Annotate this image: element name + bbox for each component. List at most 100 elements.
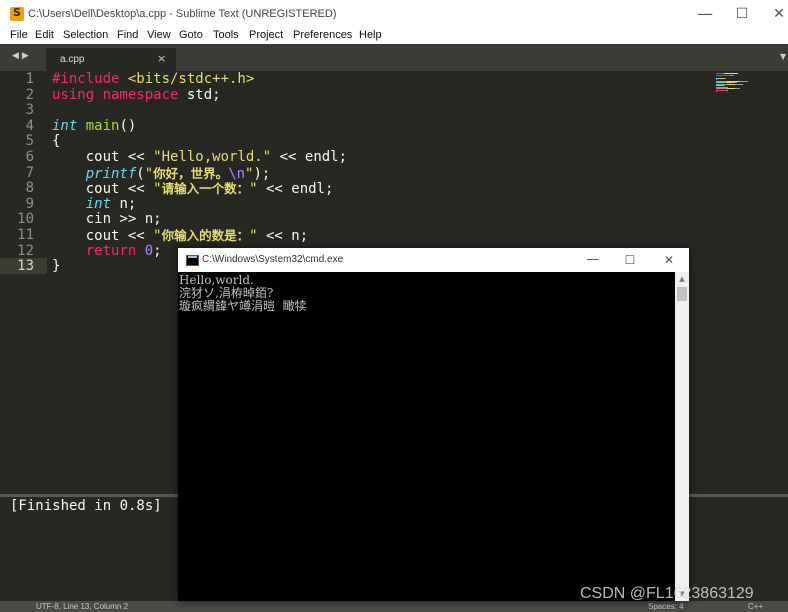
code-line[interactable]: using namespace std; [52, 86, 221, 104]
sublime-text-icon [10, 6, 24, 21]
code-token: cout << [52, 149, 154, 165]
cmd-console-output[interactable]: Hello,world. 浣犲ソ,涓栫晫銆? 璇疯緭鍏ヤ竴涓暟 瞰犊 [178, 272, 675, 601]
code-token: ; [153, 242, 162, 259]
sublime-text-window: C:\Users\Dell\Desktop\a.cpp - Sublime Te… [0, 0, 788, 612]
status-indentation[interactable]: Spaces: 4 [648, 602, 684, 611]
code-line[interactable]: { [52, 134, 60, 150]
line-number: 2 [25, 86, 34, 103]
line-number: 11 [17, 227, 34, 243]
code-token: n; [119, 195, 137, 212]
status-syntax[interactable]: C++ [748, 602, 763, 611]
code-token: ); [253, 165, 271, 182]
menu-project[interactable]: Project [249, 29, 283, 41]
minimap-line [721, 74, 730, 76]
code-token: { [52, 133, 61, 150]
line-number: 12 [17, 242, 34, 259]
code-line[interactable]: printf("你好，世界。\n"); [52, 165, 271, 183]
tab-close-icon[interactable]: × [157, 52, 166, 65]
line-number: 9 [25, 195, 34, 212]
code-line[interactable]: cin >> n; [52, 212, 162, 228]
minimize-button[interactable]: — [690, 2, 720, 26]
minimap-line [724, 77, 726, 79]
code-token: return [52, 242, 145, 259]
cmd-window-title: C:\Windows\System32\cmd.exe [202, 254, 344, 265]
cmd-output-line: Hello,world. [179, 273, 254, 287]
maximize-button[interactable]: ☐ [727, 2, 757, 26]
menu-goto[interactable]: Goto [179, 29, 203, 41]
code-token: cin >> n; [52, 211, 162, 228]
code-token: #include [52, 71, 128, 87]
line-number: 3 [25, 102, 34, 119]
code-token: << endl; [271, 149, 348, 165]
line-number: 10 [17, 211, 34, 228]
menu-help[interactable]: Help [359, 29, 382, 41]
cmd-window[interactable]: C:\Windows\System32\cmd.exe — ☐ ✕ Hello,… [178, 248, 689, 601]
code-token: << n; [257, 228, 309, 244]
tab-dropdown-icon[interactable]: ▼ [780, 52, 786, 61]
code-token: using [52, 86, 103, 103]
cmd-maximize-button[interactable]: ☐ [617, 249, 643, 271]
line-number: 4 [25, 117, 34, 134]
minimap-line [730, 74, 734, 76]
line-number: 1 [25, 71, 34, 87]
cmd-scrollbar[interactable]: ▲ ▼ [675, 272, 689, 601]
code-token: " [144, 165, 154, 182]
code-token: std; [186, 86, 221, 103]
code-line[interactable]: #include <bits/stdc++.h> [52, 71, 254, 88]
code-token: << endl; [257, 181, 334, 198]
code-token: " [153, 181, 162, 198]
menu-find[interactable]: Find [117, 29, 138, 41]
cmd-minimize-button[interactable]: — [580, 249, 606, 271]
code-line[interactable]: return 0; [52, 242, 162, 260]
scroll-up-arrow-icon[interactable]: ▲ [675, 272, 689, 286]
tab-bar: ◀▶ a.cpp × ▼ [0, 44, 788, 71]
tab-a-cpp[interactable]: a.cpp × [46, 48, 176, 71]
code-line[interactable]: } [52, 258, 61, 275]
menu-view[interactable]: View [147, 29, 171, 41]
minimap-line [735, 88, 740, 89]
watermark: CSDN @FL1623863129 [580, 585, 754, 602]
scroll-thumb[interactable] [677, 287, 687, 301]
title-bar[interactable]: C:\Users\Dell\Desktop\a.cpp - Sublime Te… [0, 0, 788, 28]
code-token: 0 [144, 242, 154, 259]
cmd-title-bar[interactable]: C:\Windows\System32\cmd.exe — ☐ ✕ [178, 248, 689, 272]
code-line[interactable]: int main() [52, 117, 136, 135]
code-token: 你好，世界。 [153, 165, 229, 181]
menu-edit[interactable]: Edit [35, 29, 54, 41]
minimap-line [727, 89, 728, 91]
close-button[interactable]: ✕ [764, 2, 788, 26]
code-token: } [52, 258, 61, 275]
code-token: \n [228, 165, 246, 182]
line-number: 13 [17, 258, 34, 275]
tab-nav-arrows-icon[interactable]: ◀▶ [12, 51, 32, 61]
code-token: int [52, 117, 86, 134]
code-token: cout << [52, 228, 154, 244]
menu-file[interactable]: File [10, 29, 28, 41]
minimap-line [740, 80, 748, 82]
menu-selection[interactable]: Selection [63, 29, 108, 41]
cmd-output-line: 浣犲ソ,涓栫晫銆? [179, 286, 274, 300]
code-token: " [249, 228, 258, 244]
code-token: main [85, 117, 120, 134]
line-number-gutter: 1 2 3 4 5 6 7 8 9 10 11 12 13 [0, 71, 47, 494]
menu-tools[interactable]: Tools [213, 29, 239, 41]
minimap-line [735, 83, 743, 85]
minimap-line [716, 89, 726, 91]
tab-label: a.cpp [60, 54, 85, 65]
minimap-line [716, 91, 717, 92]
status-position[interactable]: UTF-8, Line 13, Column 2 [36, 602, 128, 611]
line-number: 5 [25, 133, 34, 150]
code-token: namespace [102, 86, 187, 103]
minimap[interactable] [716, 73, 752, 93]
cmd-console-icon [186, 255, 199, 266]
menu-preferences[interactable]: Preferences [293, 29, 352, 41]
line-number: 7 [25, 164, 34, 181]
cmd-close-button[interactable]: ✕ [656, 249, 682, 271]
line-number: 6 [25, 149, 34, 165]
code-line[interactable]: int n; [52, 195, 137, 213]
code-token: int [52, 195, 120, 212]
code-line[interactable]: cout << "Hello,world." << endl; [52, 149, 348, 166]
code-token: " [249, 181, 258, 198]
code-token: 你输入的数是： [161, 228, 250, 243]
code-token: " [153, 228, 162, 244]
